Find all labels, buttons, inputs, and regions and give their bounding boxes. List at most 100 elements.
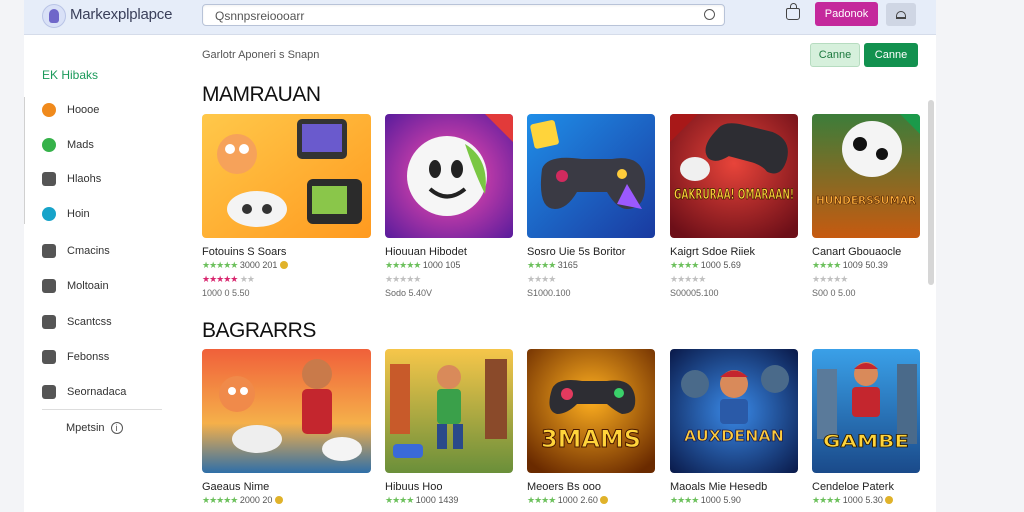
rating-stars-icon: ★★★★ [670, 260, 699, 270]
sidebar-item-label: Febonss [67, 351, 110, 363]
rating-stars-icon: ★★★★ [527, 274, 556, 284]
product-title[interactable]: Hibuus Hoo [385, 481, 513, 493]
product-title[interactable]: Gaeaus Nime [202, 481, 371, 493]
rating-stars-icon: ★★★★★ [385, 274, 421, 284]
rating-stars-icon: ★★★★★ [202, 274, 238, 284]
sidebar-footer-link[interactable]: Mpetsin i [66, 422, 123, 434]
search-icon[interactable] [704, 9, 715, 20]
brand-name[interactable]: Markexplplapce [70, 6, 172, 23]
breadcrumb: Garlotr Aponeri s Snapn [202, 49, 320, 61]
coin-icon [274, 496, 283, 504]
section-title: MAMRAUAN [202, 83, 321, 106]
product-thumbnail[interactable] [385, 114, 513, 238]
product-title[interactable]: Sosro Uie 5s Boritor [527, 246, 655, 258]
product-thumbnail[interactable]: GAKRURAA! OMARAAN! [670, 114, 798, 238]
header-action-button[interactable]: Padonok [815, 2, 878, 26]
sidebar-item-gifts[interactable]: Febonss [42, 348, 109, 366]
rating-stars-icon: ★★★★ [670, 495, 699, 505]
app-window: Markexplplapce Qsnnpsreioooarr Padonok E… [24, 0, 936, 512]
game-art-text: 3MAMS [541, 425, 641, 453]
sidebar-item-games[interactable]: Hlaohs [42, 170, 101, 188]
rating-stars-icon: ★★★★★ [202, 495, 238, 505]
secondary-button[interactable]: Canne [810, 43, 860, 67]
sidebar-item-messages[interactable]: Moltoain [42, 277, 109, 295]
profile-button[interactable] [886, 3, 916, 26]
coin-icon [600, 496, 609, 504]
product-thumbnail[interactable] [202, 349, 371, 473]
play-icon [42, 207, 56, 221]
sidebar-heading: EK Hibaks [42, 68, 99, 82]
rating-stars-icon: ★★★★★ [202, 260, 238, 270]
product-rating: ★★★★★ 1000 105 [385, 260, 461, 270]
product-thumbnail[interactable] [527, 114, 655, 238]
shopping-bag-icon[interactable] [786, 3, 800, 20]
product-card[interactable]: GAMBE Cendeloe Paterk ★★★★ 1000 5.30 [812, 349, 920, 506]
sidebar-item-label: Mads [67, 139, 94, 151]
product-meta: ★★★★ [527, 274, 655, 285]
rating-stars-icon: ★★★★★ [812, 274, 848, 284]
product-meta: ★★★★★ ★★ [202, 274, 255, 284]
sidebar-divider-line [24, 97, 25, 224]
product-thumbnail[interactable]: AUXDENAN [670, 349, 798, 473]
product-card[interactable]: Gaeaus Nime ★★★★★ 2000 20 [202, 349, 371, 506]
sidebar-item-label: Scantcss [67, 316, 112, 328]
sidebar: EK Hibaks Hoooe Mads Hlaohs Hoin Cmacins… [24, 35, 189, 512]
primary-button[interactable]: Canne [864, 43, 918, 67]
games-icon [42, 172, 56, 186]
search-input[interactable]: Qsnnpsreioooarr [202, 4, 725, 26]
product-card[interactable]: Hiouuan Hibodet ★★★★★ 1000 105 ★★★★★ Sod… [385, 114, 513, 298]
product-title[interactable]: Hiouuan Hibodet [385, 246, 513, 258]
game-art-text: GAMBE [823, 432, 909, 452]
product-thumbnail[interactable]: GAMBE [812, 349, 920, 473]
product-title[interactable]: Canart Gbouaocle [812, 246, 920, 258]
sidebar-item-mods[interactable]: Mads [42, 136, 94, 154]
product-rating: ★★★★ 1009 50.39 [812, 260, 888, 270]
product-card[interactable]: Sosro Uie 5s Boritor ★★★★ 3165 ★★★★ S100… [527, 114, 655, 298]
product-meta: ★★★★★ [670, 274, 798, 285]
tools-icon [42, 315, 56, 329]
product-thumbnail[interactable]: HUNDERSSUMAR [812, 114, 920, 238]
product-title[interactable]: Fotouins S Soars [202, 246, 371, 258]
scrollbar[interactable] [928, 100, 934, 285]
product-rating: ★★★★ 1000 5.30 [812, 495, 920, 506]
sidebar-divider [42, 409, 162, 410]
product-rating: ★★★★ 1000 5.90 [670, 495, 741, 505]
sidebar-item-label: Hoin [67, 208, 90, 220]
product-title[interactable]: Cendeloe Paterk [812, 481, 920, 493]
product-card[interactable]: HUNDERSSUMAR Canart Gbouaocle ★★★★ 1009 … [812, 114, 920, 298]
product-price: S00 0 5.00 [812, 288, 856, 298]
user-icon [896, 10, 906, 19]
product-card[interactable]: GAKRURAA! OMARAAN! Kaigrt Sdoe Riiek ★★★… [670, 114, 798, 298]
rating-stars-icon: ★★★★ [527, 260, 556, 270]
product-rating: ★★★★ 1000 5.69 [670, 260, 741, 270]
product-card[interactable]: AUXDENAN Maoals Mie Hesedb ★★★★ 1000 5.9… [670, 349, 798, 506]
product-title[interactable]: Meoers Bs ooo [527, 481, 655, 493]
product-card[interactable]: 3MAMS Meoers Bs ooo ★★★★ 1000 2.60 [527, 349, 655, 506]
product-title[interactable]: Kaigrt Sdoe Riiek [670, 246, 798, 258]
product-card[interactable]: Fotouins S Soars ★★★★★ 3000 201 ★★★★★ ★★… [202, 114, 371, 298]
sidebar-item-chat[interactable]: Cmacins [42, 242, 110, 260]
game-art-text: AUXDENAN [684, 427, 784, 445]
product-rating: ★★★★★ 3000 201 [202, 260, 371, 271]
logo-icon[interactable] [42, 4, 66, 28]
rating-stars-icon: ★★★★ [385, 495, 414, 505]
product-rating: ★★★★★ 2000 20 [202, 495, 371, 506]
sidebar-item-home[interactable]: Hoooe [42, 101, 99, 119]
product-card[interactable]: Hibuus Hoo ★★★★ 1000 1439 [385, 349, 513, 506]
product-title[interactable]: Maoals Mie Hesedb [670, 481, 798, 493]
sidebar-item-label: Seornadaca [67, 386, 127, 398]
sidebar-item-controller[interactable]: Seornadaca [42, 383, 126, 401]
sidebar-item-play[interactable]: Hoin [42, 205, 90, 223]
product-price: Sodo 5.40V [385, 288, 433, 298]
product-thumbnail[interactable] [385, 349, 513, 473]
game-art-text: HUNDERSSUMAR [816, 194, 917, 207]
product-price: S00005.100 [670, 288, 719, 298]
top-bar: Markexplplapce Qsnnpsreioooarr Padonok [24, 0, 936, 35]
product-thumbnail[interactable] [202, 114, 371, 238]
section-title: BAGRARRS [202, 319, 316, 342]
sidebar-item-tools[interactable]: Scantcss [42, 313, 112, 331]
mods-icon [42, 138, 56, 152]
info-icon: i [110, 422, 123, 434]
product-thumbnail[interactable]: 3MAMS [527, 349, 655, 473]
home-icon [42, 103, 56, 117]
